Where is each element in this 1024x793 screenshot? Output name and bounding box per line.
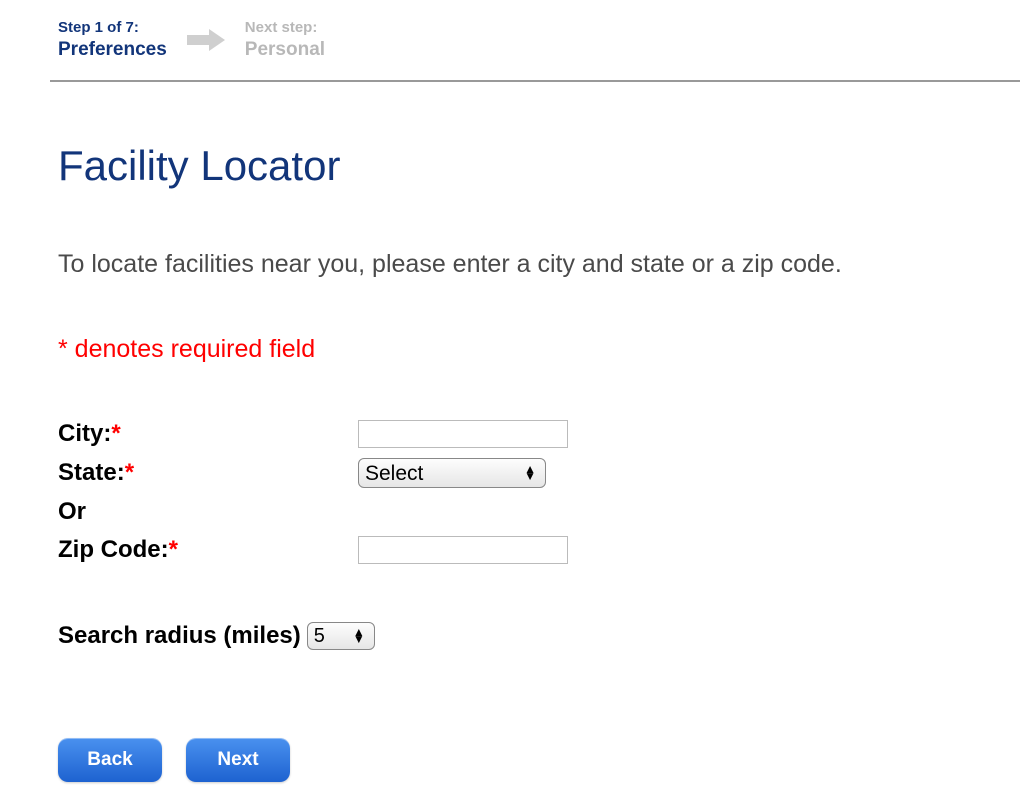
required-star-icon: * — [169, 536, 178, 563]
current-step: Step 1 of 7: Preferences — [58, 18, 167, 62]
zip-row: Zip Code:* — [58, 536, 1024, 564]
current-step-number: Step 1 of 7: — [58, 18, 167, 38]
intro-text: To locate facilities near you, please en… — [58, 250, 1024, 279]
city-row: City:* — [58, 420, 1024, 448]
radius-select[interactable]: 5 — [307, 622, 375, 650]
radius-row: Search radius (miles) 5 ▲▼ — [58, 622, 1024, 650]
zip-label: Zip Code:* — [58, 536, 358, 564]
current-step-name: Preferences — [58, 38, 167, 63]
header-divider — [50, 80, 1020, 82]
next-step-name: Personal — [245, 38, 325, 63]
city-label: City:* — [58, 420, 358, 448]
button-row: Back Next — [58, 738, 1024, 782]
required-field-note: * denotes required field — [58, 335, 1024, 364]
state-label: State:* — [58, 459, 358, 487]
state-select[interactable]: Select — [358, 458, 546, 488]
required-star-icon: * — [125, 459, 134, 486]
page-title: Facility Locator — [58, 142, 1024, 190]
arrow-right-icon — [187, 28, 225, 52]
city-input[interactable] — [358, 420, 568, 448]
state-row: State:* Select ▲▼ — [58, 458, 1024, 488]
zip-label-text: Zip Code: — [58, 536, 169, 563]
city-label-text: City: — [58, 420, 111, 447]
or-label: Or — [58, 498, 1024, 526]
required-star-icon: * — [111, 420, 120, 447]
next-step: Next step: Personal — [245, 18, 325, 62]
next-button[interactable]: Next — [186, 738, 290, 782]
locator-form: City:* State:* Select ▲▼ Or Zip Code:* S… — [58, 420, 1024, 650]
next-step-label: Next step: — [245, 18, 325, 38]
back-button[interactable]: Back — [58, 738, 162, 782]
state-label-text: State: — [58, 459, 125, 486]
step-indicator: Step 1 of 7: Preferences Next step: Pers… — [58, 18, 1024, 80]
zip-input[interactable] — [358, 536, 568, 564]
radius-label: Search radius (miles) — [58, 622, 301, 650]
